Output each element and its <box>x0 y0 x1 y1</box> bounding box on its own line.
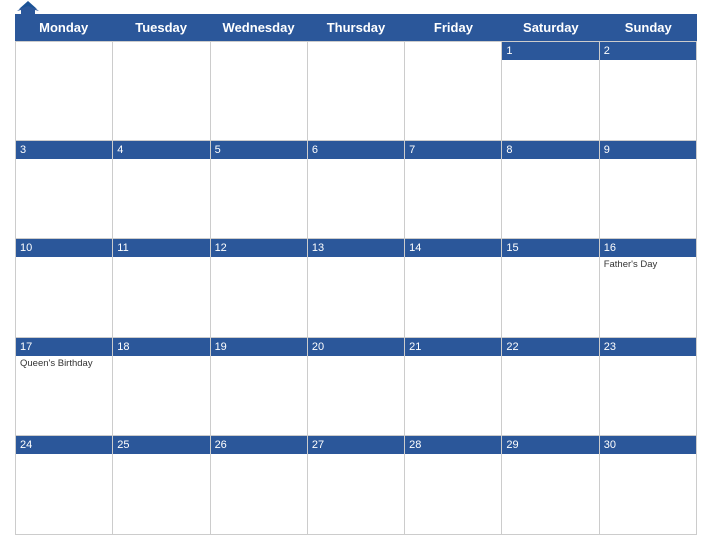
calendar-cell: 2 <box>600 42 697 141</box>
date-number: 13 <box>308 239 404 257</box>
date-number: 16 <box>600 239 696 257</box>
calendar-wrapper: MondayTuesdayWednesdayThursdayFridaySatu… <box>0 0 712 550</box>
calendar-cell: 12 <box>211 239 308 338</box>
calendar-cell: 8 <box>502 141 599 240</box>
calendar-cell: 23 <box>600 338 697 437</box>
day-header-tuesday: Tuesday <box>112 14 209 41</box>
date-number: 29 <box>502 436 598 454</box>
date-number: 28 <box>405 436 501 454</box>
calendar-cell <box>405 42 502 141</box>
logo-bird-icon <box>17 1 39 19</box>
date-number: 4 <box>113 141 209 159</box>
calendar-cell: 19 <box>211 338 308 437</box>
date-number: 7 <box>405 141 501 159</box>
calendar-cell: 28 <box>405 436 502 535</box>
day-header-wednesday: Wednesday <box>210 14 307 41</box>
calendar-cell <box>308 42 405 141</box>
date-number: 21 <box>405 338 501 356</box>
calendar-cell: 5 <box>211 141 308 240</box>
date-number: 5 <box>211 141 307 159</box>
date-number: 30 <box>600 436 696 454</box>
day-header-friday: Friday <box>405 14 502 41</box>
calendar-cell: 9 <box>600 141 697 240</box>
calendar-cell: 3 <box>16 141 113 240</box>
calendar-cell: 13 <box>308 239 405 338</box>
calendar-cell: 27 <box>308 436 405 535</box>
calendar-cell: 25 <box>113 436 210 535</box>
calendar-cell: 24 <box>16 436 113 535</box>
calendar-cell: 11 <box>113 239 210 338</box>
calendar-cell: 16 Father's Day <box>600 239 697 338</box>
date-number: 10 <box>16 239 112 257</box>
date-number: 1 <box>502 42 598 60</box>
day-header-saturday: Saturday <box>502 14 599 41</box>
date-number: 22 <box>502 338 598 356</box>
date-number: 27 <box>308 436 404 454</box>
day-headers-row: MondayTuesdayWednesdayThursdayFridaySatu… <box>15 14 697 41</box>
date-number: 23 <box>600 338 696 356</box>
calendar-cell: 15 <box>502 239 599 338</box>
calendar-cell: 6 <box>308 141 405 240</box>
date-number: 19 <box>211 338 307 356</box>
date-number: 11 <box>113 239 209 257</box>
logo <box>15 1 39 19</box>
calendar-grid: 12345678910111213141516Father's Day17Que… <box>15 41 697 535</box>
date-number: 6 <box>308 141 404 159</box>
calendar-cell: 26 <box>211 436 308 535</box>
calendar-cell: 30 <box>600 436 697 535</box>
calendar-cell <box>113 42 210 141</box>
day-header-thursday: Thursday <box>307 14 404 41</box>
date-number: 25 <box>113 436 209 454</box>
calendar-cell: 1 <box>502 42 599 141</box>
date-number: 20 <box>308 338 404 356</box>
date-number: 18 <box>113 338 209 356</box>
calendar-cell: 14 <box>405 239 502 338</box>
calendar-cell: 4 <box>113 141 210 240</box>
calendar-cell: 17 Queen's Birthday <box>16 338 113 437</box>
date-number: 2 <box>600 42 696 60</box>
calendar-cell: 10 <box>16 239 113 338</box>
calendar-cell: 7 <box>405 141 502 240</box>
calendar-cell <box>16 42 113 141</box>
calendar-cell: 22 <box>502 338 599 437</box>
date-number: 3 <box>16 141 112 159</box>
calendar-cell: 21 <box>405 338 502 437</box>
date-number: 26 <box>211 436 307 454</box>
calendar-cell: 18 <box>113 338 210 437</box>
event-label: Queen's Birthday <box>20 358 108 369</box>
date-number: 14 <box>405 239 501 257</box>
calendar-cell: 29 <box>502 436 599 535</box>
date-number: 24 <box>16 436 112 454</box>
day-header-sunday: Sunday <box>600 14 697 41</box>
date-number: 15 <box>502 239 598 257</box>
date-number: 9 <box>600 141 696 159</box>
date-number: 12 <box>211 239 307 257</box>
calendar-cell: 20 <box>308 338 405 437</box>
date-number: 8 <box>502 141 598 159</box>
date-number: 17 <box>16 338 112 356</box>
event-label: Father's Day <box>604 259 692 270</box>
calendar-cell <box>211 42 308 141</box>
